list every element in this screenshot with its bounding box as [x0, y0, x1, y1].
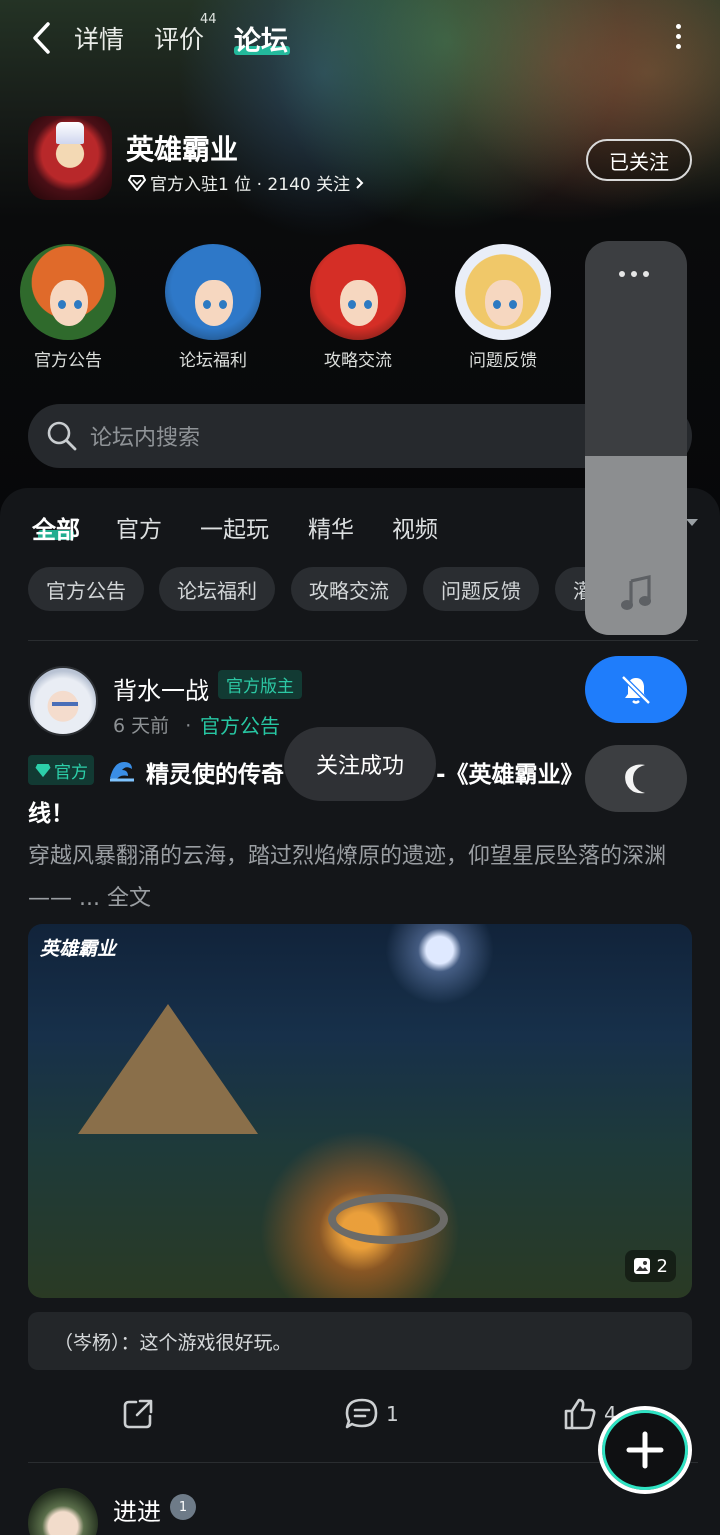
campfire-illustration: [328, 1194, 448, 1244]
image-count-badge: 2: [624, 1250, 676, 1282]
quick-section-label: 论坛福利: [179, 351, 247, 371]
image-game-logo: 英雄霸业: [40, 938, 117, 960]
user-level-badge: 1: [170, 1494, 196, 1520]
plus-icon: [626, 1431, 664, 1469]
share-icon: [123, 1399, 153, 1429]
post-author-avatar[interactable]: [28, 666, 98, 736]
more-options-icon[interactable]: [672, 24, 684, 52]
comment-count: 1: [386, 1402, 399, 1426]
follow-button[interactable]: 已关注: [586, 139, 692, 181]
post-title[interactable]: 精灵使的传奇: [146, 755, 284, 789]
chip-announcements[interactable]: 官方公告: [28, 567, 144, 611]
quick-section-guides[interactable]: 攻略交流: [308, 244, 408, 371]
music-note-icon: [621, 575, 651, 610]
comment-button[interactable]: 1: [344, 1396, 399, 1432]
image-count: 2: [656, 1255, 668, 1277]
divider: [28, 1462, 698, 1463]
mute-notifications-button[interactable]: [585, 656, 687, 723]
panel-more-icon[interactable]: [619, 271, 649, 277]
guides-avatar: [310, 244, 406, 340]
tent-illustration: [78, 1004, 258, 1134]
chevron-right-icon: [356, 176, 364, 189]
game-meta[interactable]: 官方入驻1 位 · 2140 关注: [128, 170, 366, 195]
post-author-name[interactable]: 背水一战: [113, 671, 209, 706]
quick-section-label: 攻略交流: [324, 351, 392, 371]
search-placeholder: 论坛内搜索: [90, 426, 201, 451]
filter-dropdown-icon[interactable]: [686, 519, 698, 526]
post-time-text: 6 天前: [113, 715, 170, 737]
post-image[interactable]: 英雄霸业 2: [28, 924, 692, 1298]
tab-forum[interactable]: 论坛: [234, 19, 288, 58]
tab-reviews[interactable]: 评价: [154, 20, 204, 56]
post-body[interactable]: 穿越风暴翻涌的云海，踏过烈焰燎原的遗迹，仰望星辰坠落的深渊—— ... 全文: [28, 836, 692, 920]
next-post-author[interactable]: 进进: [113, 1492, 161, 1527]
filter-tab-all[interactable]: 全部: [32, 510, 80, 545]
bell-muted-icon: [621, 674, 651, 705]
announcements-avatar: [20, 244, 116, 340]
separator-dot: ·: [185, 715, 192, 737]
post-time: 6 天前 ·: [113, 711, 191, 738]
quick-section-announcements[interactable]: 官方公告: [18, 244, 118, 371]
game-icon[interactable]: [28, 116, 112, 200]
tab-details[interactable]: 详情: [74, 20, 124, 56]
dark-mode-button[interactable]: [585, 745, 687, 812]
image-icon: [633, 1258, 650, 1274]
back-arrow-icon[interactable]: [26, 18, 62, 58]
quick-section-label: 官方公告: [34, 351, 102, 371]
moderator-badge: 官方版主: [218, 670, 302, 699]
quick-section-feedback[interactable]: 问题反馈: [453, 244, 553, 371]
chip-feedback[interactable]: 问题反馈: [423, 567, 539, 611]
feedback-avatar: [455, 244, 551, 340]
post-category[interactable]: 官方公告: [200, 710, 280, 739]
share-button[interactable]: [120, 1396, 156, 1432]
thumbs-up-icon: [564, 1398, 596, 1430]
post-title-line2[interactable]: 线！: [28, 794, 74, 828]
chip-welfare[interactable]: 论坛福利: [159, 567, 275, 611]
filter-tab-play-together[interactable]: 一起玩: [200, 510, 269, 544]
top-bar: 详情 评价 44 论坛: [0, 0, 720, 76]
divider: [28, 640, 698, 641]
chip-guides[interactable]: 攻略交流: [291, 567, 407, 611]
reviews-count-badge: 44: [200, 12, 217, 27]
create-post-button[interactable]: [598, 1406, 692, 1494]
quick-section-label: 问题反馈: [469, 351, 537, 371]
welfare-avatar: [165, 244, 261, 340]
filter-tab-official[interactable]: 官方: [116, 510, 162, 544]
filter-tab-video[interactable]: 视频: [392, 510, 438, 544]
follow-success-toast: 关注成功: [284, 727, 436, 801]
moon-icon: [625, 764, 645, 793]
diamond-icon: [35, 763, 51, 777]
diamond-icon: [128, 174, 146, 191]
read-more-link[interactable]: ... 全文: [72, 886, 151, 911]
wave-emoji-icon: [110, 762, 134, 782]
official-tag: 官方: [28, 755, 94, 785]
official-tag-label: 官方: [54, 762, 88, 783]
filter-tab-featured[interactable]: 精华: [308, 510, 354, 544]
search-icon: [47, 421, 77, 451]
comment-icon: [345, 1398, 378, 1429]
game-name: 英雄霸业: [126, 133, 239, 166]
top-comment[interactable]: （岑杨）：这个游戏很好玩。: [28, 1312, 692, 1370]
post-title-continued[interactable]: -《英雄霸业》: [436, 755, 584, 789]
floating-side-panel[interactable]: [585, 241, 687, 635]
game-meta-text: 官方入驻1 位 · 2140 关注: [150, 175, 351, 195]
quick-section-welfare[interactable]: 论坛福利: [163, 244, 263, 371]
